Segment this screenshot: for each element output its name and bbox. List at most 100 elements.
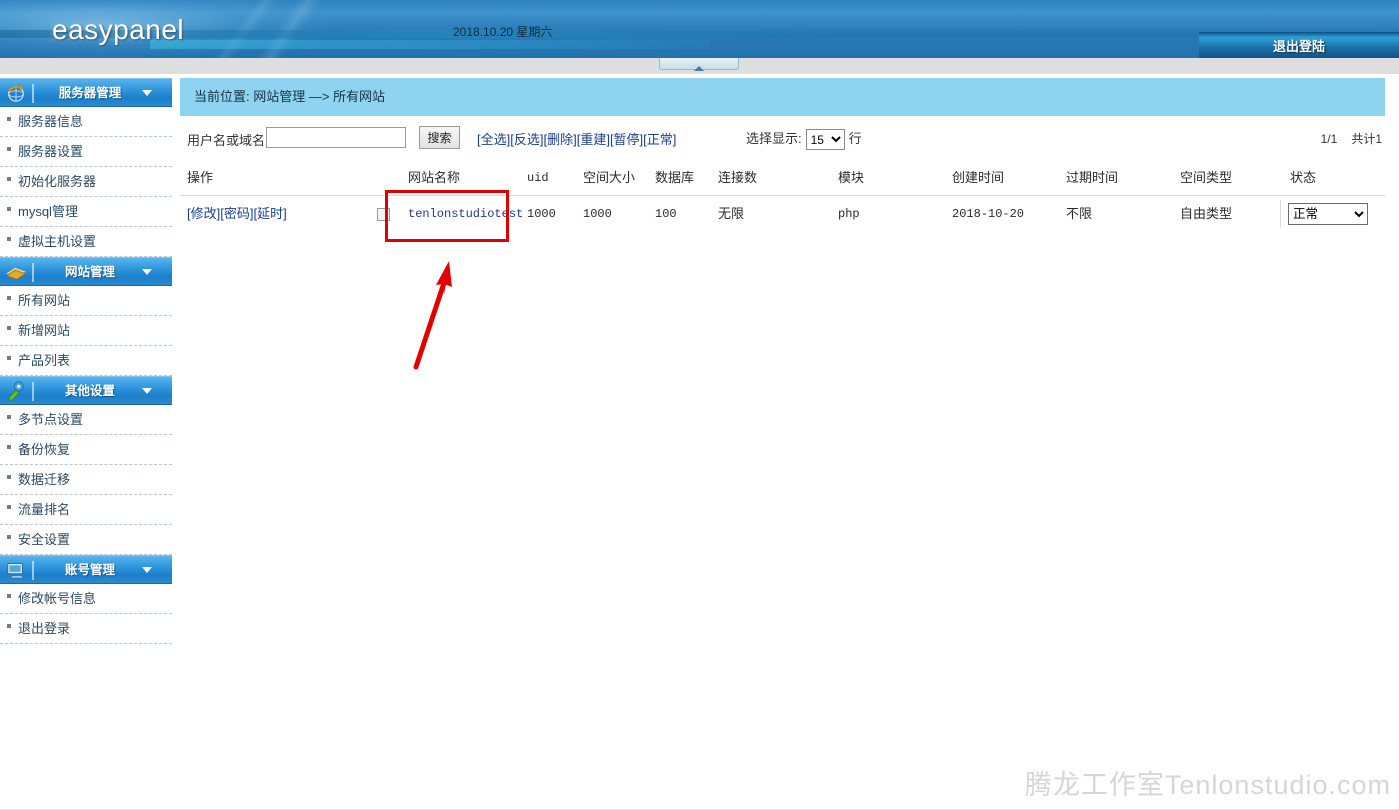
delete-link[interactable]: [删除]	[543, 132, 576, 147]
sidebar-item-label: 多节点设置	[18, 412, 84, 427]
sidebar-item-backup-restore[interactable]: 备份恢复	[0, 435, 172, 465]
sidebar-item-label: 服务器设置	[18, 144, 84, 159]
sidebar-item-security-settings[interactable]: 安全设置	[0, 525, 172, 555]
sidebar-item-label: 新增网站	[18, 323, 71, 338]
chevron-down-icon	[142, 567, 152, 573]
sidebar-item-edit-account[interactable]: 修改帐号信息	[0, 584, 172, 614]
sidebar-item-all-websites[interactable]: 所有网站	[0, 286, 172, 316]
search-label: 用户名或域名:	[187, 133, 269, 148]
bullet-icon	[7, 326, 11, 330]
sidebar-item-server-settings[interactable]: 服务器设置	[0, 137, 172, 167]
bullet-icon	[7, 237, 11, 241]
sidebar-item-mysql-management[interactable]: mysql管理	[0, 197, 172, 227]
group-separator	[32, 561, 34, 580]
sidebar-item-label: 备份恢复	[18, 442, 71, 457]
sidebar-item-label: 修改帐号信息	[18, 591, 97, 606]
tools-icon	[8, 381, 24, 402]
sidebar-item-label: 所有网站	[18, 293, 71, 308]
sidebar-item-multi-node-settings[interactable]: 多节点设置	[0, 405, 172, 435]
sidebar-item-logout[interactable]: 退出登录	[0, 614, 172, 644]
group-separator	[32, 84, 34, 103]
chevron-down-icon	[142, 90, 152, 96]
bullet-icon	[7, 624, 11, 628]
sidebar-item-traffic-ranking[interactable]: 流量排名	[0, 495, 172, 525]
select-all-link[interactable]: [全选]	[477, 132, 510, 147]
sidebar-item-add-website[interactable]: 新增网站	[0, 316, 172, 346]
cell-expires: 不限	[1066, 206, 1093, 221]
sidebar-group-server-management[interactable]: 服务器管理	[0, 78, 172, 107]
row-operations: [修改][密码][延时]	[187, 196, 287, 232]
rebuild-link[interactable]: [重建]	[577, 132, 610, 147]
group-separator	[32, 382, 34, 401]
cell-sitename: tenlonstudiotest	[408, 207, 524, 221]
rows-per-page-select[interactable]: 153050100	[805, 129, 845, 151]
column-header-status: 状态	[1290, 170, 1317, 185]
bullet-icon	[7, 475, 11, 479]
rows-unit: 行	[848, 131, 862, 146]
sidebar-item-server-info[interactable]: 服务器信息	[0, 107, 172, 137]
app-logo: easypanel	[52, 14, 185, 45]
header-accent-band	[150, 40, 710, 49]
easypanel-page: easypanel 2018.10.20 星期六 退出登陆 服务器管理 服务器信…	[0, 0, 1399, 810]
suspend-link[interactable]: [暂停]	[610, 132, 643, 147]
sidebar-item-label: mysql管理	[18, 204, 78, 219]
cell-space-type: 自由类型	[1180, 206, 1233, 221]
invert-selection-link[interactable]: [反选]	[510, 132, 543, 147]
delay-link[interactable]: [延时]	[253, 206, 286, 221]
sidebar-item-label: 产品列表	[18, 353, 71, 368]
search-input[interactable]	[266, 127, 406, 148]
sidebar-item-label: 数据迁移	[18, 472, 71, 487]
header-date: 2018.10.20 星期六	[453, 25, 553, 39]
header-band	[0, 30, 1399, 38]
collapse-header-button[interactable]	[659, 58, 739, 71]
sidebar-group-title: 其他设置	[64, 384, 115, 398]
sidebar-group-other-settings[interactable]: 其他设置	[0, 376, 172, 405]
watermark: 腾龙工作室Tenlonstudio.com	[1024, 770, 1391, 800]
sidebar-item-label: 初始化服务器	[18, 174, 97, 189]
column-header-sitename: 网站名称	[408, 170, 461, 185]
table-row: [修改][密码][延时] tenlonstudiotest 1000 1000 …	[180, 196, 1385, 232]
monitor-icon	[7, 563, 24, 579]
sidebar-group-website-management[interactable]: 网站管理	[0, 257, 172, 286]
total-count: 共计1	[1351, 132, 1382, 146]
bullet-icon	[7, 147, 11, 151]
toolbar: 用户名或域名: 搜索 [全选][反选][删除][重建][暂停][正常] 选择显示…	[180, 116, 1385, 160]
chevron-down-icon	[142, 388, 152, 394]
annotation-arrow	[413, 261, 452, 370]
logout-button[interactable]: 退出登陆	[1199, 32, 1399, 58]
sidebar: 服务器管理 服务器信息 服务器设置 初始化服务器 mysql管理 虚拟主机设置	[0, 78, 172, 644]
sidebar-item-init-server[interactable]: 初始化服务器	[0, 167, 172, 197]
cell-created: 2018-10-20	[952, 207, 1025, 221]
column-header-space-type: 空间类型	[1180, 170, 1233, 185]
app-header: easypanel 2018.10.20 星期六 退出登陆	[0, 0, 1399, 58]
cell-uid: 1000	[527, 207, 556, 221]
book-icon	[6, 267, 26, 280]
password-link[interactable]: [密码]	[220, 206, 253, 221]
column-header-expires: 过期时间	[1066, 170, 1119, 185]
sidebar-group-account-management[interactable]: 账号管理	[0, 555, 172, 584]
sidebar-item-data-migration[interactable]: 数据迁移	[0, 465, 172, 495]
column-header-database: 数据库	[655, 170, 695, 185]
column-divider	[1280, 200, 1281, 228]
bullet-icon	[7, 207, 11, 211]
sidebar-item-label: 流量排名	[18, 502, 71, 517]
cell-connections: 无限	[718, 206, 745, 221]
bullet-icon	[7, 117, 11, 121]
bullet-icon	[7, 445, 11, 449]
triangle-up-icon	[694, 66, 704, 71]
header-diagonal-streak-2	[152, 0, 398, 58]
sidebar-group-title: 服务器管理	[58, 86, 122, 100]
search-button[interactable]: 搜索	[419, 126, 460, 149]
cell-module: php	[838, 207, 860, 221]
status-select[interactable]: 正常暂停删除	[1288, 203, 1368, 225]
edit-link[interactable]: [修改]	[187, 206, 220, 221]
websites-table: 操作 网站名称 uid 空间大小 数据库 连接数 模块 创建时间 过期时间 空间…	[180, 160, 1385, 232]
sidebar-item-vhost-settings[interactable]: 虚拟主机设置	[0, 227, 172, 257]
page-indicator: 1/1	[1320, 132, 1338, 146]
bulk-actions: [全选][反选][删除][重建][暂停][正常]	[477, 129, 676, 148]
bullet-icon	[7, 356, 11, 360]
bullet-icon	[7, 415, 11, 419]
sidebar-item-product-list[interactable]: 产品列表	[0, 346, 172, 376]
normal-link[interactable]: [正常]	[643, 132, 676, 147]
row-checkbox[interactable]	[377, 208, 390, 221]
